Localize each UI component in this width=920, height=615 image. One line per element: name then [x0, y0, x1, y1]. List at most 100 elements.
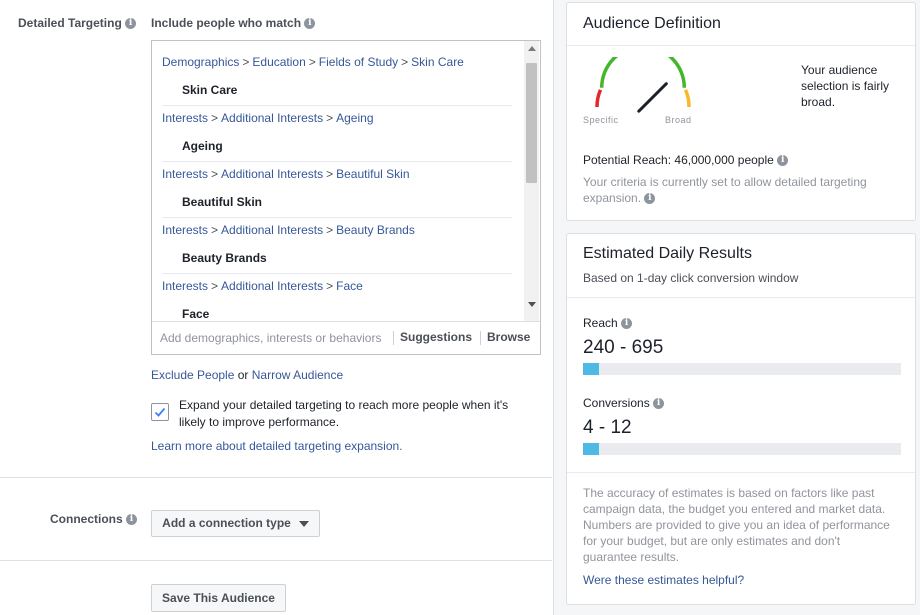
- audience-summary: Your audience selection is fairly broad.: [801, 63, 890, 109]
- breadcrumb-link[interactable]: Interests: [162, 111, 208, 125]
- reach-label: Reach i: [583, 316, 633, 330]
- breadcrumb-link[interactable]: Interests: [162, 279, 208, 293]
- scrollbar-thumb[interactable]: [526, 63, 537, 183]
- breadcrumb-link[interactable]: Additional Interests: [221, 279, 323, 293]
- narrow-audience-link[interactable]: Narrow Audience: [252, 368, 343, 382]
- targeting-panel: Detailed Targeting i Include people who …: [0, 0, 552, 615]
- gauge-specific-label: Specific: [583, 115, 619, 125]
- info-icon[interactable]: i: [126, 514, 138, 526]
- info-icon[interactable]: i: [304, 18, 316, 30]
- suggestions-button[interactable]: Suggestions: [400, 330, 472, 344]
- breadcrumb-link[interactable]: Beauty Brands: [336, 223, 415, 237]
- exclude-people-link[interactable]: Exclude People: [151, 368, 234, 382]
- estimates-helpful-link[interactable]: Were these estimates helpful?: [583, 573, 744, 587]
- breadcrumb-link[interactable]: Additional Interests: [221, 223, 323, 237]
- detailed-targeting-label: Detailed Targeting i: [18, 16, 137, 30]
- criteria-note: Your criteria is currently set to allow …: [583, 175, 867, 205]
- divider: [393, 331, 394, 345]
- divider: [567, 45, 915, 46]
- targeting-breadcrumb: Demographics > Education > Fields of Study > S…: [162, 55, 464, 69]
- targeting-search-input[interactable]: [160, 330, 386, 346]
- breadcrumb-separator: >: [401, 55, 409, 69]
- estimated-results-title: Estimated Daily Results: [583, 245, 752, 262]
- disclaimer-line: for your budget, but are only estimates …: [583, 534, 841, 548]
- breadcrumb-link[interactable]: Skin Care: [411, 55, 464, 69]
- exclude-narrow-links: Exclude People or Narrow Audience: [151, 368, 344, 382]
- breadcrumb-link[interactable]: Additional Interests: [221, 167, 323, 181]
- expand-targeting-text: Expand your detailed targeting to reach …: [179, 398, 509, 429]
- learn-more-link[interactable]: Learn more about detailed targeting expa…: [151, 439, 403, 453]
- audience-sidebar: Audience Definition Specific Broad Your …: [553, 0, 920, 615]
- disclaimer-line: guarantee results.: [583, 550, 680, 564]
- divider: [0, 477, 552, 478]
- breadcrumb-separator: >: [242, 55, 250, 69]
- divider: [567, 472, 915, 473]
- disclaimer-line: Numbers are provided to give you an idea…: [583, 518, 890, 532]
- targeting-breadcrumb: Interests > Additional Interests > Ageing: [162, 111, 374, 125]
- targeting-item[interactable]: Ageing: [182, 139, 223, 153]
- targeting-item[interactable]: Face: [182, 307, 209, 321]
- breadcrumb-link[interactable]: Fields of Study: [319, 55, 398, 69]
- conversions-bar: [583, 443, 901, 455]
- divider: [162, 161, 512, 162]
- info-icon[interactable]: i: [777, 155, 789, 167]
- divider: [0, 560, 552, 561]
- reach-bar-fill: [583, 363, 599, 375]
- info-icon[interactable]: i: [644, 193, 656, 205]
- estimated-daily-results-card: Estimated Daily Results Based on 1-day c…: [566, 233, 916, 605]
- scroll-up-arrow-icon[interactable]: [528, 46, 536, 51]
- audience-definition-card: Audience Definition Specific Broad Your …: [566, 2, 916, 221]
- targeting-breadcrumb: Interests > Additional Interests > Beautiful…: [162, 167, 410, 181]
- divider: [162, 217, 512, 218]
- disclaimer-line: campaign data, the budget you entered an…: [583, 502, 886, 516]
- divider: [162, 273, 512, 274]
- breadcrumb-link[interactable]: Ageing: [336, 111, 373, 125]
- breadcrumb-link[interactable]: Interests: [162, 223, 208, 237]
- browse-button[interactable]: Browse: [487, 330, 530, 344]
- breadcrumb-separator: >: [326, 223, 334, 237]
- breadcrumb-separator: >: [326, 167, 334, 181]
- breadcrumb-link[interactable]: Additional Interests: [221, 111, 323, 125]
- audience-gauge-icon: [595, 57, 691, 113]
- breadcrumb-separator: >: [326, 111, 334, 125]
- breadcrumb-link[interactable]: Beautiful Skin: [336, 167, 409, 181]
- breadcrumb-separator: >: [211, 167, 219, 181]
- info-icon[interactable]: i: [653, 398, 665, 410]
- targeting-item[interactable]: Skin Care: [182, 83, 237, 97]
- breadcrumb-link[interactable]: Education: [252, 55, 305, 69]
- reach-value: 240 - 695: [583, 337, 664, 358]
- gauge-broad-label: Broad: [665, 115, 692, 125]
- conversions-bar-fill: [583, 443, 599, 455]
- breadcrumb-separator: >: [326, 279, 334, 293]
- breadcrumb-separator: >: [308, 55, 316, 69]
- audience-definition-title: Audience Definition: [583, 15, 721, 32]
- expand-targeting-checkbox[interactable]: [151, 403, 169, 421]
- add-connection-type-button[interactable]: Add a connection type: [151, 510, 320, 537]
- breadcrumb-link[interactable]: Demographics: [162, 55, 239, 69]
- estimated-results-subtitle: Based on 1-day click conversion window: [583, 271, 799, 285]
- scrollbar[interactable]: [524, 41, 539, 321]
- scroll-down-arrow-icon[interactable]: [528, 302, 536, 307]
- save-audience-button[interactable]: Save This Audience: [151, 584, 286, 612]
- targeting-breadcrumb: Interests > Additional Interests > Face: [162, 279, 363, 293]
- targeting-item[interactable]: Beautiful Skin: [182, 195, 262, 209]
- conversions-label: Conversions i: [583, 396, 665, 410]
- breadcrumb-separator: >: [211, 223, 219, 237]
- targeting-box: Demographics > Education > Fields of Study > S…: [151, 40, 541, 355]
- divider: [162, 105, 512, 106]
- info-icon[interactable]: i: [125, 18, 137, 30]
- targeting-breadcrumb: Interests > Additional Interests > Beauty Br…: [162, 223, 415, 237]
- targeting-list[interactable]: Demographics > Education > Fields of Study > S…: [152, 41, 524, 321]
- disclaimer-line: The accuracy of estimates is based on fa…: [583, 486, 875, 500]
- breadcrumb-separator: >: [211, 279, 219, 293]
- conversions-value: 4 - 12: [583, 417, 632, 438]
- targeting-input-bar: Suggestions Browse: [152, 321, 540, 355]
- targeting-item[interactable]: Beauty Brands: [182, 251, 267, 265]
- reach-bar: [583, 363, 901, 375]
- info-icon[interactable]: i: [621, 318, 633, 330]
- include-label: Include people who match i: [151, 16, 316, 30]
- breadcrumb-link[interactable]: Interests: [162, 167, 208, 181]
- breadcrumb-link[interactable]: Face: [336, 279, 363, 293]
- checkmark-icon: [154, 407, 166, 417]
- divider: [567, 297, 915, 298]
